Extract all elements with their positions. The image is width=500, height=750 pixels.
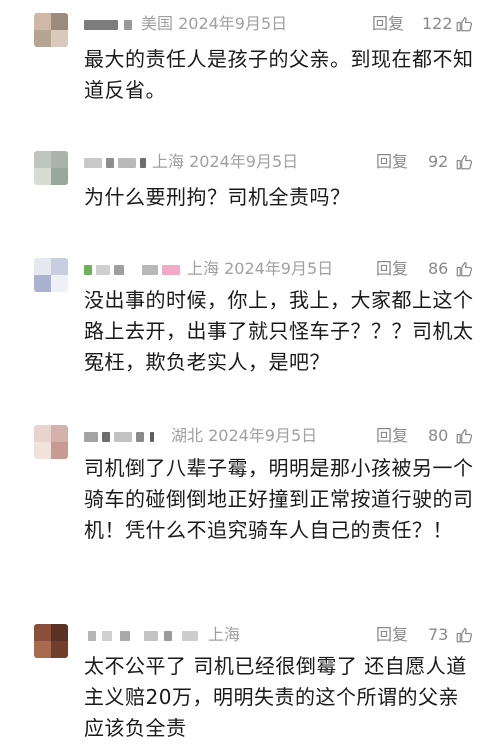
comment-item: 湖北 2024年9月5日 回复 80 司机倒了八辈子霉，明明是那小孩被另一个骑车… xyxy=(0,422,500,592)
location-date: 上海 xyxy=(208,625,241,644)
comment-meta: 美国 2024年9月5日 回复 122 xyxy=(84,13,500,35)
like-count: 73 xyxy=(428,625,449,644)
comment-text: 最大的责任人是孩子的父亲。到现在都不知道反省。 xyxy=(84,47,474,102)
comment-item: 美国 2024年9月5日 回复 122 最大的责任人是孩子的父亲。到现在都不知道… xyxy=(0,10,500,130)
location-date: 美国 2024年9月5日 xyxy=(141,14,288,33)
avatar[interactable] xyxy=(34,151,68,185)
like-count: 86 xyxy=(428,259,449,278)
reply-button[interactable]: 回复 xyxy=(372,13,404,35)
thumbs-up-icon[interactable] xyxy=(455,153,473,171)
avatar[interactable] xyxy=(34,425,68,459)
username-redacted[interactable] xyxy=(84,16,134,32)
location-date: 上海 2024年9月5日 xyxy=(187,259,334,278)
comment-meta: 湖北 2024年9月5日 回复 80 xyxy=(84,425,500,447)
reply-button[interactable]: 回复 xyxy=(376,624,408,646)
comment-meta: 上海 2024年9月5日 回复 92 xyxy=(84,151,500,173)
avatar[interactable] xyxy=(34,624,68,658)
comment-text: 为什么要刑拘？司机全责吗？ xyxy=(84,185,351,209)
thumbs-up-icon[interactable] xyxy=(455,427,473,445)
like-count: 80 xyxy=(428,426,449,445)
comment-text: 太不公平了 司机已经很倒霉了 还自愿人道主义赔20万，明明失责的这个所谓的父亲应… xyxy=(84,654,467,740)
username-redacted[interactable] xyxy=(84,154,146,170)
avatar[interactable] xyxy=(34,258,68,292)
username-redacted[interactable] xyxy=(84,428,164,444)
reply-button[interactable]: 回复 xyxy=(376,258,408,280)
comment-text: 没出事的时候，你上，我上，大家都上这个路上去开，出事了就只怪车子？？？司机太冤枉… xyxy=(84,288,474,374)
reply-button[interactable]: 回复 xyxy=(376,425,408,447)
username-redacted[interactable] xyxy=(84,627,204,643)
comment-meta: 上海 回复 73 xyxy=(84,624,500,646)
avatar[interactable] xyxy=(34,13,68,47)
reply-button[interactable]: 回复 xyxy=(376,151,408,173)
comment-text: 司机倒了八辈子霉，明明是那小孩被另一个骑车的碰倒倒地正好撞到正常按道行驶的司机！… xyxy=(84,456,474,542)
comment-meta: 上海 2024年9月5日 回复 86 xyxy=(84,258,500,280)
thumbs-up-icon[interactable] xyxy=(455,260,473,278)
comment-item: 上海 2024年9月5日 回复 86 没出事的时候，你上，我上，大家都上这个路上… xyxy=(0,255,500,395)
location-date: 湖北 2024年9月5日 xyxy=(171,426,318,445)
thumbs-up-icon[interactable] xyxy=(455,626,473,644)
comment-item: 上海 2024年9月5日 回复 92 为什么要刑拘？司机全责吗？ xyxy=(0,148,500,228)
like-count: 122 xyxy=(422,14,453,33)
comment-item: 上海 回复 73 太不公平了 司机已经很倒霉了 还自愿人道主义赔20万，明明失责… xyxy=(0,621,500,746)
thumbs-up-icon[interactable] xyxy=(455,15,473,33)
location-date: 上海 2024年9月5日 xyxy=(152,152,299,171)
like-count: 92 xyxy=(428,152,449,171)
username-redacted[interactable] xyxy=(84,261,184,277)
